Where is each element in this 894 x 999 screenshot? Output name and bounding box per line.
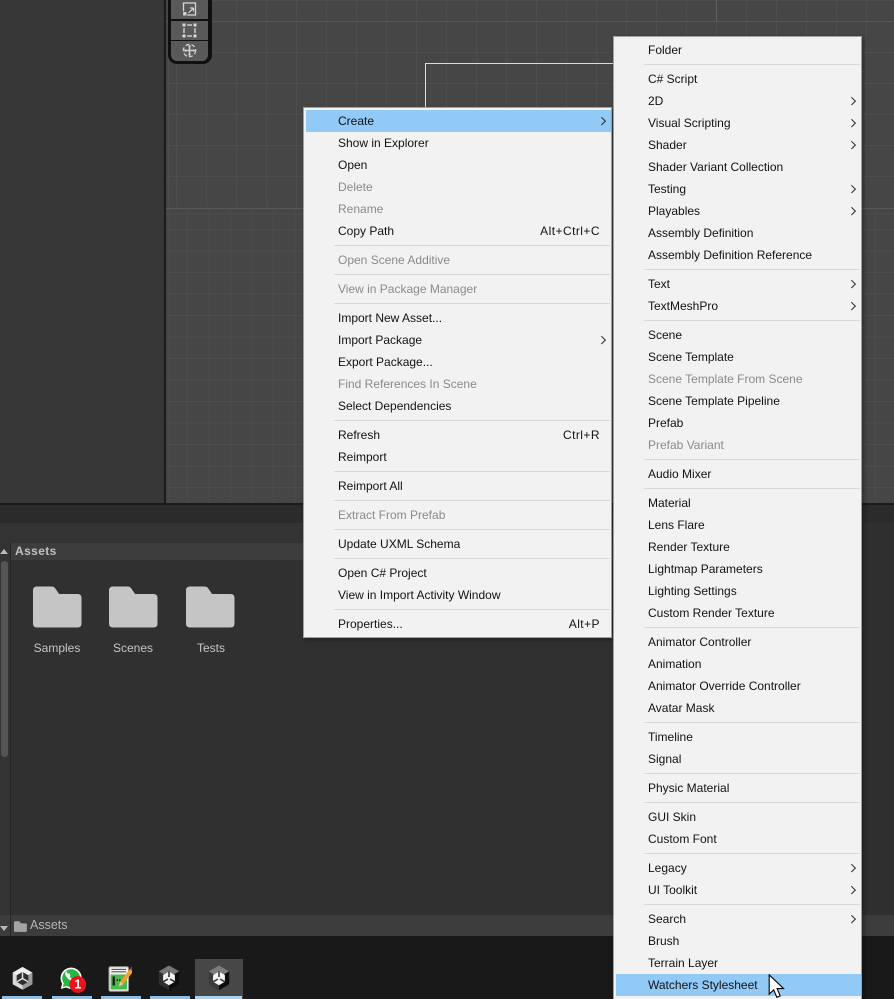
svg-text:1: 1 <box>74 978 81 992</box>
